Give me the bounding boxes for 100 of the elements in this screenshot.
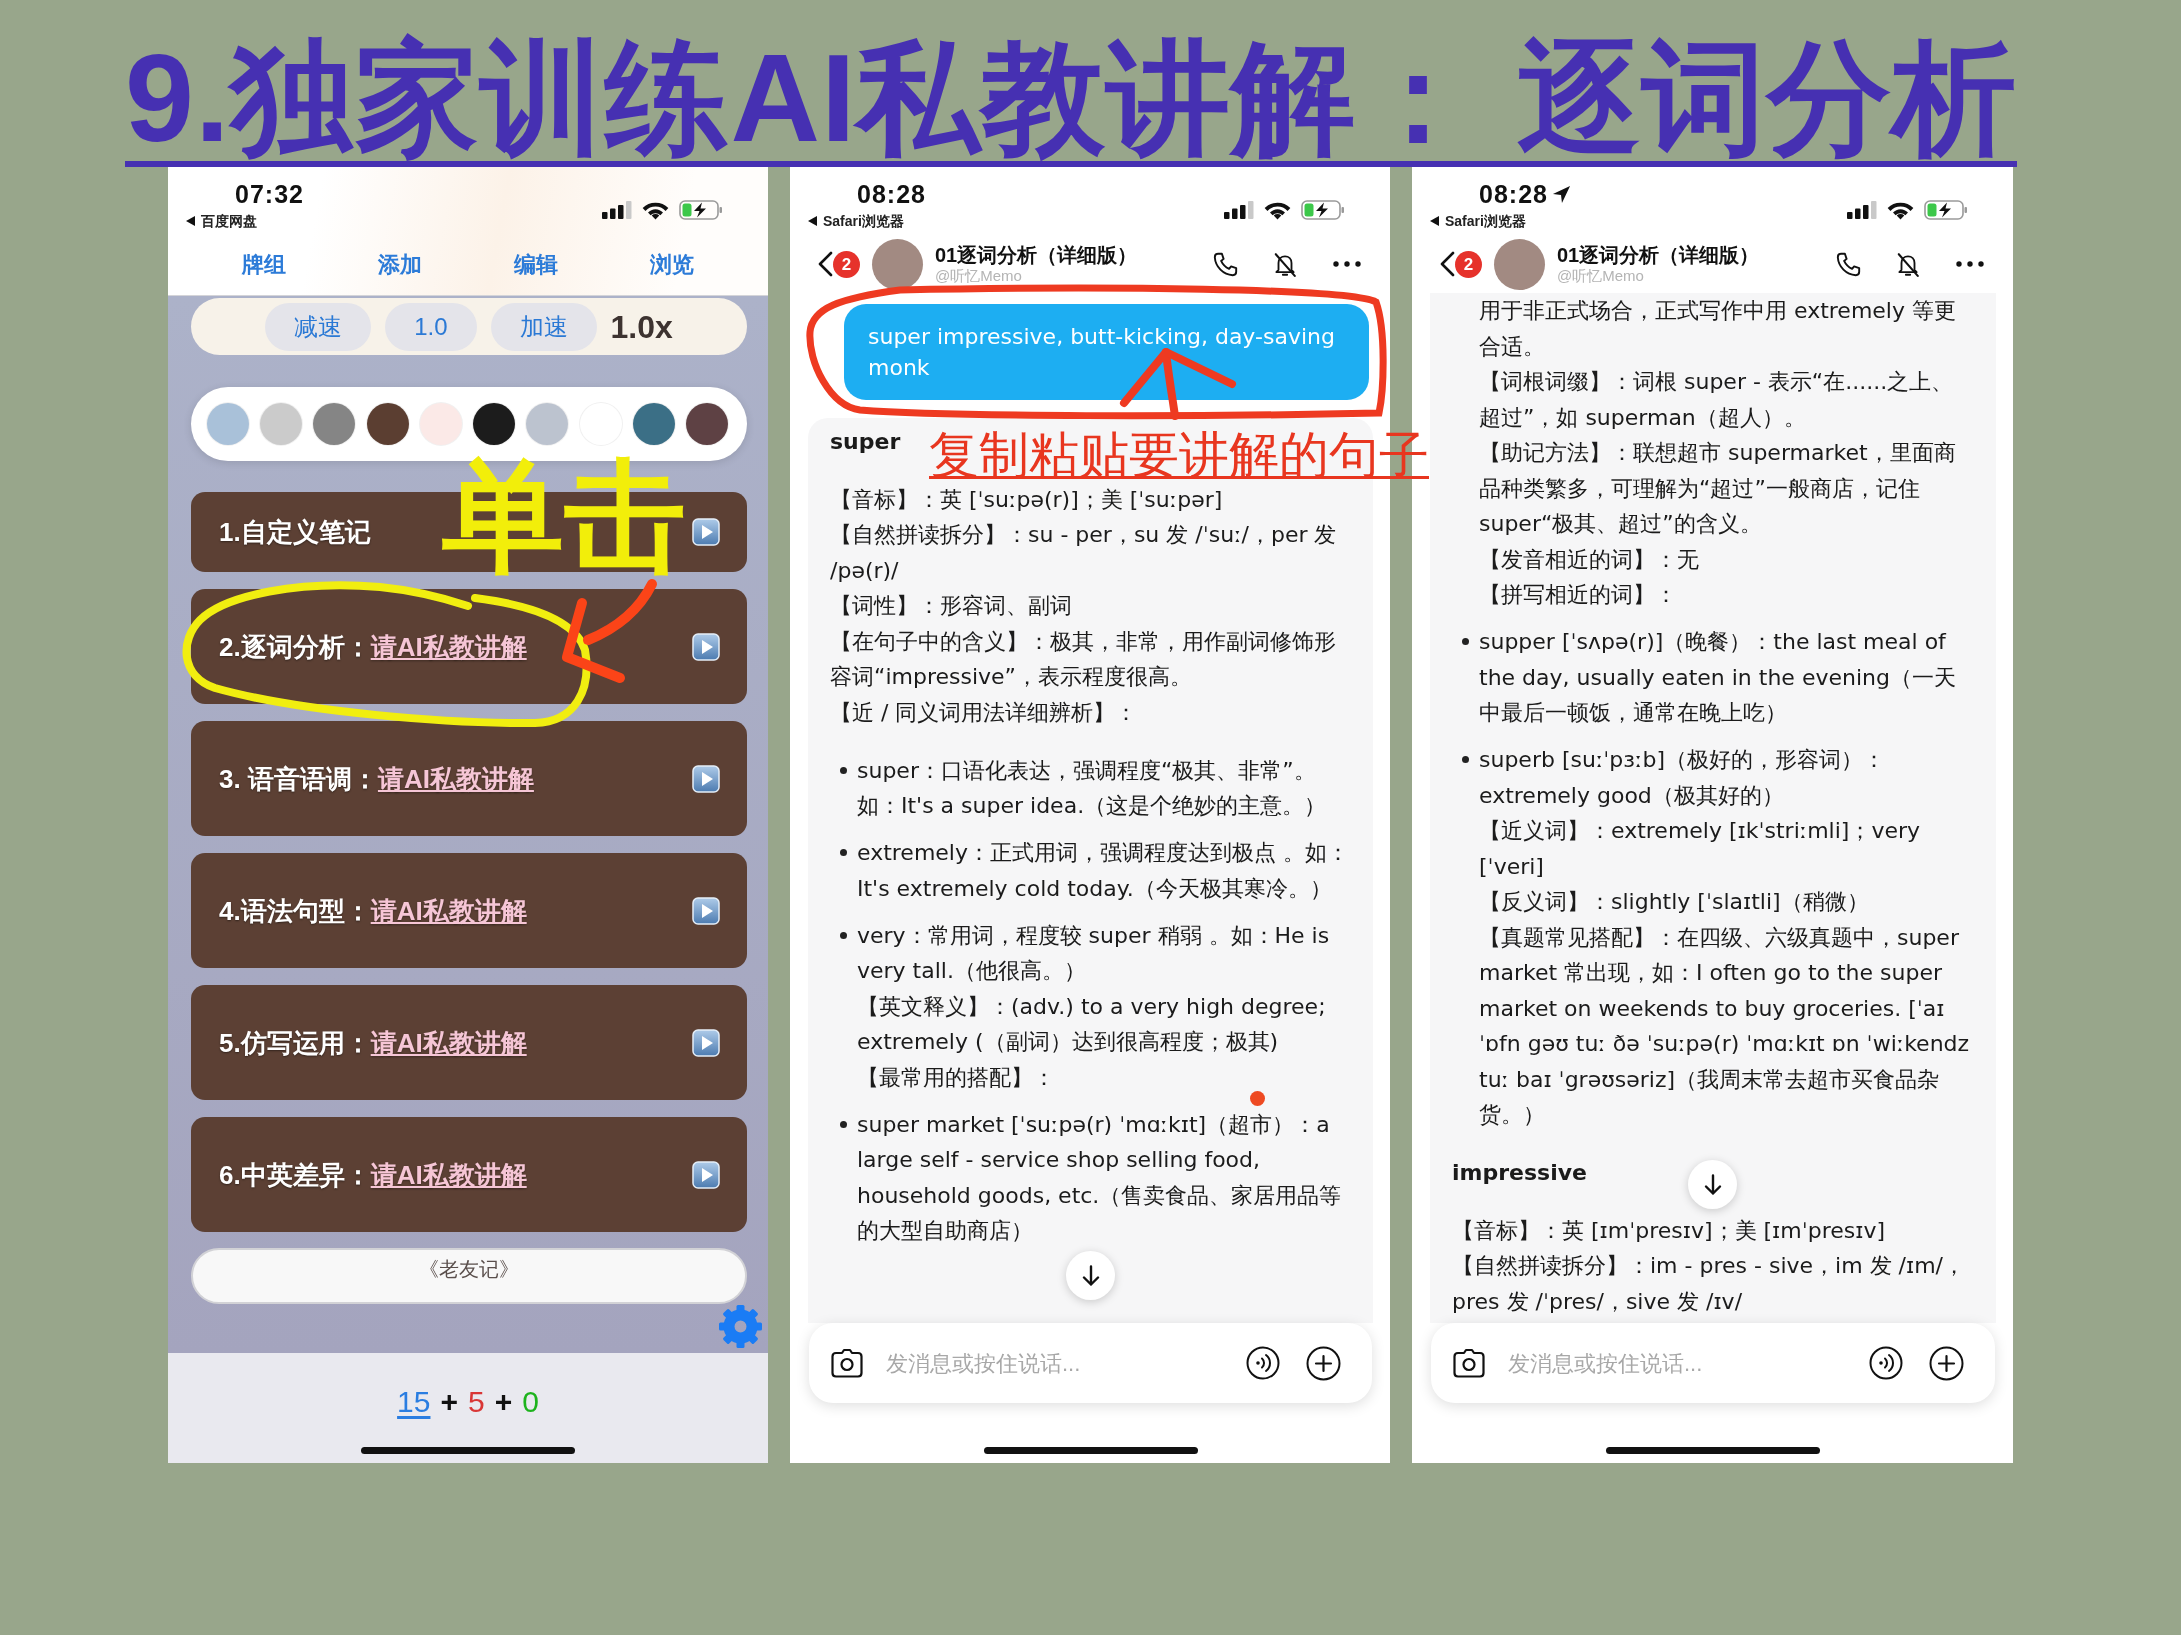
menu-card[interactable]: 2.逐词分析：请AI私教讲解 bbox=[191, 589, 747, 704]
tutor-link[interactable]: 请AI私教讲解 bbox=[370, 630, 527, 663]
play-icon[interactable] bbox=[692, 764, 720, 793]
bullet-icon bbox=[1462, 638, 1469, 645]
bullet-icon bbox=[840, 1120, 847, 1128]
deck-button[interactable]: 《老友记》 bbox=[191, 1248, 747, 1304]
signal-icon bbox=[1847, 201, 1877, 219]
more-options-icon[interactable] bbox=[1333, 261, 1361, 267]
tutor-link[interactable]: 请AI私教讲解 bbox=[370, 894, 527, 927]
camera-icon[interactable] bbox=[1453, 1348, 1485, 1378]
tutor-link[interactable]: 请AI私教讲解 bbox=[370, 1158, 527, 1191]
camera-icon[interactable] bbox=[831, 1348, 863, 1378]
bullet-icon bbox=[840, 849, 847, 856]
reply-heading: impressive bbox=[1452, 1159, 1587, 1187]
color-swatch[interactable] bbox=[313, 403, 356, 445]
reply-paragraph: 【在句子中的含义】：极其，非常，用作副词修饰形容词“impressive”，表示程度很高。 bbox=[830, 627, 1337, 691]
back-triangle-icon[interactable] bbox=[186, 216, 195, 226]
chat-subtitle: @听忆Memo bbox=[1557, 267, 1645, 285]
chat-title: 01逐词分析（详细版） bbox=[935, 243, 1138, 267]
back-app-link[interactable]: Safari浏览器 bbox=[1445, 212, 1526, 230]
menu-label: 1.自定义笔记 bbox=[219, 516, 371, 548]
tutor-link[interactable]: 请AI私教讲解 bbox=[377, 762, 534, 795]
nav-link[interactable]: 牌组 bbox=[242, 251, 286, 279]
reply-paragraph: 【自然拼读拆分】：im - pres - sive，im 发 /ɪm/，pres 发 /ˈpres/，sive 发 /ɪv/ bbox=[1452, 1252, 1966, 1316]
bullet-icon bbox=[840, 931, 847, 939]
voice-icon[interactable] bbox=[1246, 1346, 1280, 1380]
color-swatch[interactable] bbox=[260, 403, 303, 445]
bullet-text: superb [suːˈpɜːb]（极好的，形容词）：extremely good（极其好的） bbox=[1479, 746, 1886, 810]
count-text: 0 bbox=[522, 1384, 539, 1420]
play-icon[interactable] bbox=[692, 632, 720, 661]
menu-card[interactable]: 6.中英差异：请AI私教讲解 bbox=[191, 1117, 747, 1232]
message-field[interactable]: 发消息或按住说话... bbox=[1506, 1345, 1869, 1381]
reply-paragraph: 【助记方法】：联想超市 supermarket，里面商品种类繁多，可理解为“超过”一般商店，记住 super“极其、超过”的含义。 bbox=[1478, 439, 1957, 538]
plus-circle-icon[interactable] bbox=[1929, 1345, 1964, 1381]
avatar-placeholder bbox=[872, 238, 923, 290]
speed-button[interactable]: 1.0 bbox=[385, 302, 477, 351]
reply-paragraph: 【近 / 同义词用法详细辨析】： bbox=[830, 698, 1138, 727]
menu-card[interactable]: 4.语法句型：请AI私教讲解 bbox=[191, 853, 747, 968]
phone-icon[interactable] bbox=[1835, 250, 1862, 278]
speed-button[interactable]: 加速 bbox=[490, 302, 597, 351]
back-app-link[interactable]: Safari浏览器 bbox=[823, 212, 904, 230]
back-triangle-icon[interactable] bbox=[1430, 216, 1439, 226]
message-field[interactable]: 发消息或按住说话... bbox=[884, 1345, 1246, 1381]
color-swatch[interactable] bbox=[526, 403, 569, 445]
battery-icon bbox=[1301, 200, 1345, 220]
chevron-left-icon[interactable] bbox=[1439, 251, 1455, 277]
count-link[interactable]: 15 bbox=[397, 1384, 431, 1420]
reply-paragraph: 【音标】：英 [ˈsuːpə(r)]；美 [ˈsuːpər] bbox=[830, 485, 1223, 514]
reply-paragraph: 【自然拼读拆分】：su - per，su 发 /ˈsuː/，per 发 /pə(r)/ bbox=[830, 521, 1338, 585]
message-bubble: super impressive, butt-kicking, day-saving monk bbox=[844, 304, 1369, 400]
count-text: + bbox=[440, 1384, 458, 1420]
play-icon[interactable] bbox=[692, 1160, 720, 1189]
battery-icon bbox=[1924, 200, 1968, 220]
more-options-icon[interactable] bbox=[1956, 261, 1984, 267]
voice-icon[interactable] bbox=[1869, 1346, 1903, 1380]
tutor-link[interactable]: 请AI私教讲解 bbox=[370, 1026, 527, 1059]
status-time: 07:32 bbox=[235, 180, 304, 208]
down-arrow-icon bbox=[1703, 1173, 1722, 1196]
reply-paragraph: 【近义词】：extremely [ɪkˈstriːmli]；very [ˈveri] bbox=[1478, 817, 1922, 881]
color-swatch[interactable] bbox=[419, 403, 462, 445]
color-swatch[interactable] bbox=[473, 403, 516, 445]
reply-paragraph: 【英文释义】：(adv.) to a very high degree; extremely (（副词）达到很高程度；极其) bbox=[856, 992, 1327, 1056]
nav-link[interactable]: 添加 bbox=[378, 251, 422, 279]
chevron-left-icon[interactable] bbox=[817, 251, 833, 277]
menu-label: 2.逐词分析： bbox=[219, 630, 371, 663]
reply-paragraph: 用于非正式场合，正式写作中用 extremely 等更合适。 bbox=[1478, 297, 1957, 361]
reply-paragraph: 【拼写相近的词】： bbox=[1478, 581, 1677, 609]
nav-link[interactable]: 编辑 bbox=[514, 251, 558, 279]
back-triangle-icon[interactable] bbox=[808, 216, 817, 226]
bullet-icon bbox=[840, 766, 847, 774]
plus-circle-icon[interactable] bbox=[1306, 1345, 1341, 1381]
bullet-icon bbox=[1462, 756, 1469, 763]
reply-paragraph: 【真题常见搭配】：在四级、六级真题中，super market 常出现，如：I often go to the super market on weekends to buy groceries. [ˈaɪ ˈɒfn gəʊ tuː ðə ˈsuːpə(r) ˈmɑːkɪt ɒn ˈwiːkendz tuː baɪ ˈgrəʊsəriz]（我周末常去超市买食品杂货。） bbox=[1478, 923, 1971, 1129]
signal-icon bbox=[1224, 201, 1254, 219]
bell-slash-icon[interactable] bbox=[1895, 250, 1921, 278]
menu-card[interactable]: 5.仿写运用：请AI私教讲解 bbox=[191, 985, 747, 1100]
play-icon[interactable] bbox=[692, 518, 720, 546]
color-swatch[interactable] bbox=[632, 403, 675, 445]
down-arrow-icon bbox=[1081, 1264, 1100, 1287]
bell-slash-icon[interactable] bbox=[1272, 250, 1298, 278]
back-app-link[interactable]: 百度网盘 bbox=[201, 212, 257, 230]
reply-paragraph: 【发音相近的词】：无 bbox=[1478, 545, 1699, 574]
chat-subtitle: @听忆Memo bbox=[935, 267, 1023, 285]
speed-button[interactable]: 减速 bbox=[265, 302, 372, 351]
reply-paragraph: 【最常用的搭配】： bbox=[856, 1063, 1055, 1092]
menu-card[interactable]: 3. 语音语调：请AI私教讲解 bbox=[191, 721, 747, 836]
menu-label: 4.语法句型： bbox=[219, 894, 371, 927]
color-swatch[interactable] bbox=[207, 403, 249, 445]
battery-icon bbox=[679, 200, 723, 220]
nav-link[interactable]: 浏览 bbox=[650, 251, 694, 279]
color-swatch[interactable] bbox=[366, 403, 409, 445]
phone-icon[interactable] bbox=[1212, 250, 1239, 278]
wifi-icon bbox=[1887, 200, 1914, 220]
play-icon[interactable] bbox=[692, 896, 720, 925]
status-time: 08:28 bbox=[1479, 180, 1548, 208]
play-icon[interactable] bbox=[692, 1028, 720, 1057]
bullet-text: extremely：正式用词，强调程度达到极点 。如：It's extremely cold today.（今天极其寒冷。） bbox=[857, 839, 1349, 903]
chat-title: 01逐词分析（详细版） bbox=[1557, 243, 1760, 267]
color-swatch[interactable] bbox=[685, 403, 728, 445]
reply-paragraph: 【反义词】：slightly [ˈslaɪtli]（稍微） bbox=[1478, 888, 1869, 916]
